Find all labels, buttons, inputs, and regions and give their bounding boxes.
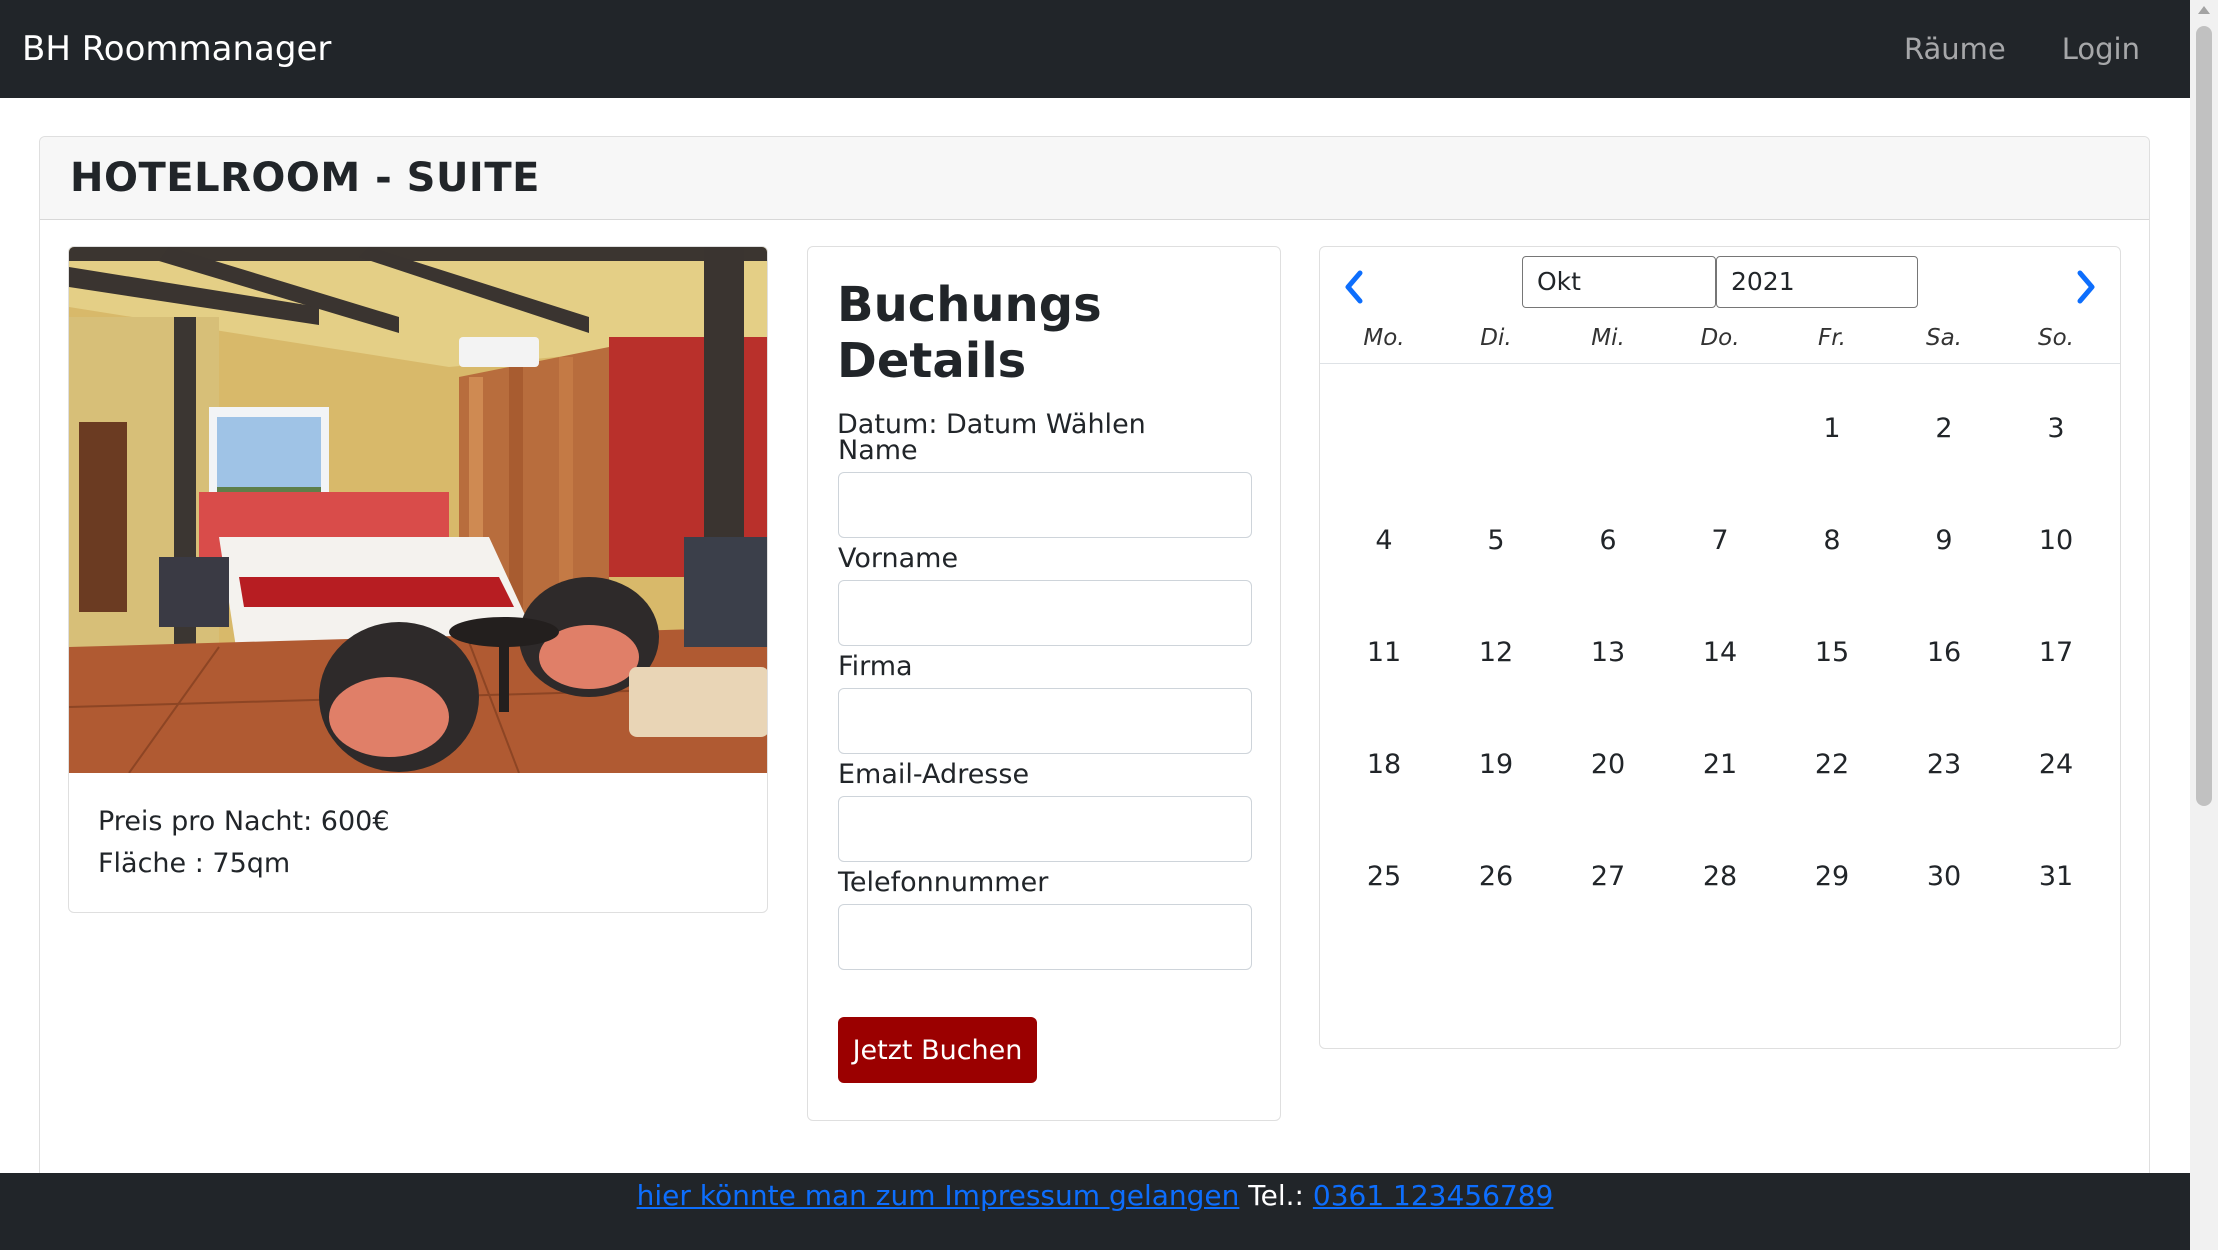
scrollbar-thumb[interactable] <box>2196 26 2212 806</box>
nav-links: Räume Login <box>1904 32 2140 66</box>
weekday-di: Di. <box>1480 325 1512 351</box>
calendar-day[interactable]: 22 <box>1776 749 1888 780</box>
telefon-input[interactable] <box>838 904 1252 970</box>
scroll-up-arrow-icon[interactable] <box>2198 6 2210 14</box>
date-picker-calendar: Okt 2021 Mo. Di. Mi. Do. Fr. Sa. So. 123… <box>1319 246 2121 1049</box>
telefon-label: Telefonnummer <box>838 867 1049 898</box>
calendar-day[interactable]: 13 <box>1552 637 1664 668</box>
field-group-email: Email-Adresse <box>838 759 1252 862</box>
nav-link-raeume[interactable]: Räume <box>1904 32 2006 66</box>
room-details-card: Preis pro Nacht: 600€ Fläche : 75qm <box>68 246 768 913</box>
top-navbar: BH Roommanager Räume Login <box>0 0 2190 98</box>
calendar-day[interactable]: 20 <box>1552 749 1664 780</box>
calendar-day[interactable]: 27 <box>1552 861 1664 892</box>
calendar-day[interactable]: 28 <box>1664 861 1776 892</box>
nav-link-login[interactable]: Login <box>2062 32 2140 66</box>
calendar-day[interactable]: 29 <box>1776 861 1888 892</box>
calendar-day[interactable]: 21 <box>1664 749 1776 780</box>
calendar-day[interactable]: 4 <box>1328 525 1440 556</box>
card-header: HOTELROOM - SUITE <box>40 137 2149 220</box>
calendar-day[interactable]: 15 <box>1776 637 1888 668</box>
vorname-label: Vorname <box>838 543 959 574</box>
firma-label: Firma <box>838 651 913 682</box>
weekday-sa: Sa. <box>1925 325 1962 351</box>
calendar-day[interactable]: 25 <box>1328 861 1440 892</box>
calendar-day[interactable]: 30 <box>1888 861 2000 892</box>
weekday-so: So. <box>2038 325 2074 351</box>
calendar-day[interactable]: 10 <box>2000 525 2112 556</box>
calendar-day[interactable]: 8 <box>1776 525 1888 556</box>
page-scrollbar[interactable] <box>2190 0 2218 1250</box>
calendar-day[interactable]: 19 <box>1440 749 1552 780</box>
calendar-day[interactable]: 23 <box>1888 749 2000 780</box>
phone-link[interactable]: 0361 123456789 <box>1313 1179 1554 1212</box>
impressum-link[interactable]: hier könnte man zum Impressum gelangen <box>637 1179 1240 1212</box>
weekday-mi: Mi. <box>1591 325 1625 351</box>
booking-title: Buchungs Details <box>837 277 1102 389</box>
calendar-day[interactable]: 5 <box>1440 525 1552 556</box>
booking-details-card: Buchungs Details Datum: Datum Wählen Nam… <box>807 246 1281 1121</box>
calendar-day[interactable]: 2 <box>1888 413 2000 444</box>
calendar-day[interactable]: 12 <box>1440 637 1552 668</box>
weekday-header-row: Mo. Di. Mi. Do. Fr. Sa. So. <box>1320 325 2120 364</box>
firma-input[interactable] <box>838 688 1252 754</box>
vorname-input[interactable] <box>838 580 1252 646</box>
calendar-day[interactable]: 17 <box>2000 637 2112 668</box>
field-group-firma: Firma <box>838 651 1252 754</box>
room-photo <box>69 247 767 773</box>
calendar-day[interactable]: 24 <box>2000 749 2112 780</box>
page-footer: hier könnte man zum Impressum gelangen T… <box>0 1173 2190 1250</box>
calendar-day[interactable]: 11 <box>1328 637 1440 668</box>
field-group-name: Name <box>838 435 1252 538</box>
book-now-button[interactable]: Jetzt Buchen <box>838 1017 1037 1083</box>
weekday-fr: Fr. <box>1818 325 1846 351</box>
weekday-mo: Mo. <box>1363 325 1405 351</box>
calendar-day[interactable]: 18 <box>1328 749 1440 780</box>
next-month-icon[interactable] <box>2070 267 2100 307</box>
month-select[interactable]: Okt <box>1522 256 1716 308</box>
field-group-vorname: Vorname <box>838 543 1252 646</box>
calendar-day[interactable]: 1 <box>1776 413 1888 444</box>
calendar-day[interactable]: 31 <box>2000 861 2112 892</box>
name-input[interactable] <box>838 472 1252 538</box>
year-select[interactable]: 2021 <box>1716 256 1918 308</box>
calendar-day[interactable]: 6 <box>1552 525 1664 556</box>
calendar-day[interactable]: 26 <box>1440 861 1552 892</box>
calendar-day[interactable]: 7 <box>1664 525 1776 556</box>
room-info: Preis pro Nacht: 600€ Fläche : 75qm <box>69 773 767 885</box>
calendar-day[interactable]: 3 <box>2000 413 2112 444</box>
calendar-day[interactable]: 9 <box>1888 525 2000 556</box>
name-label: Name <box>838 435 918 466</box>
email-label: Email-Adresse <box>838 759 1030 790</box>
field-group-telefon: Telefonnummer <box>838 867 1252 970</box>
calendar-day[interactable]: 16 <box>1888 637 2000 668</box>
page-title: HOTELROOM - SUITE <box>70 155 540 201</box>
room-area: Fläche : 75qm <box>98 848 291 879</box>
calendar-day[interactable]: 14 <box>1664 637 1776 668</box>
brand-link[interactable]: BH Roommanager <box>22 29 331 69</box>
prev-month-icon[interactable] <box>1340 267 1370 307</box>
weekday-do: Do. <box>1700 325 1740 351</box>
email-input[interactable] <box>838 796 1252 862</box>
tel-label: Tel.: <box>1248 1179 1304 1212</box>
room-price: Preis pro Nacht: 600€ <box>98 806 390 837</box>
